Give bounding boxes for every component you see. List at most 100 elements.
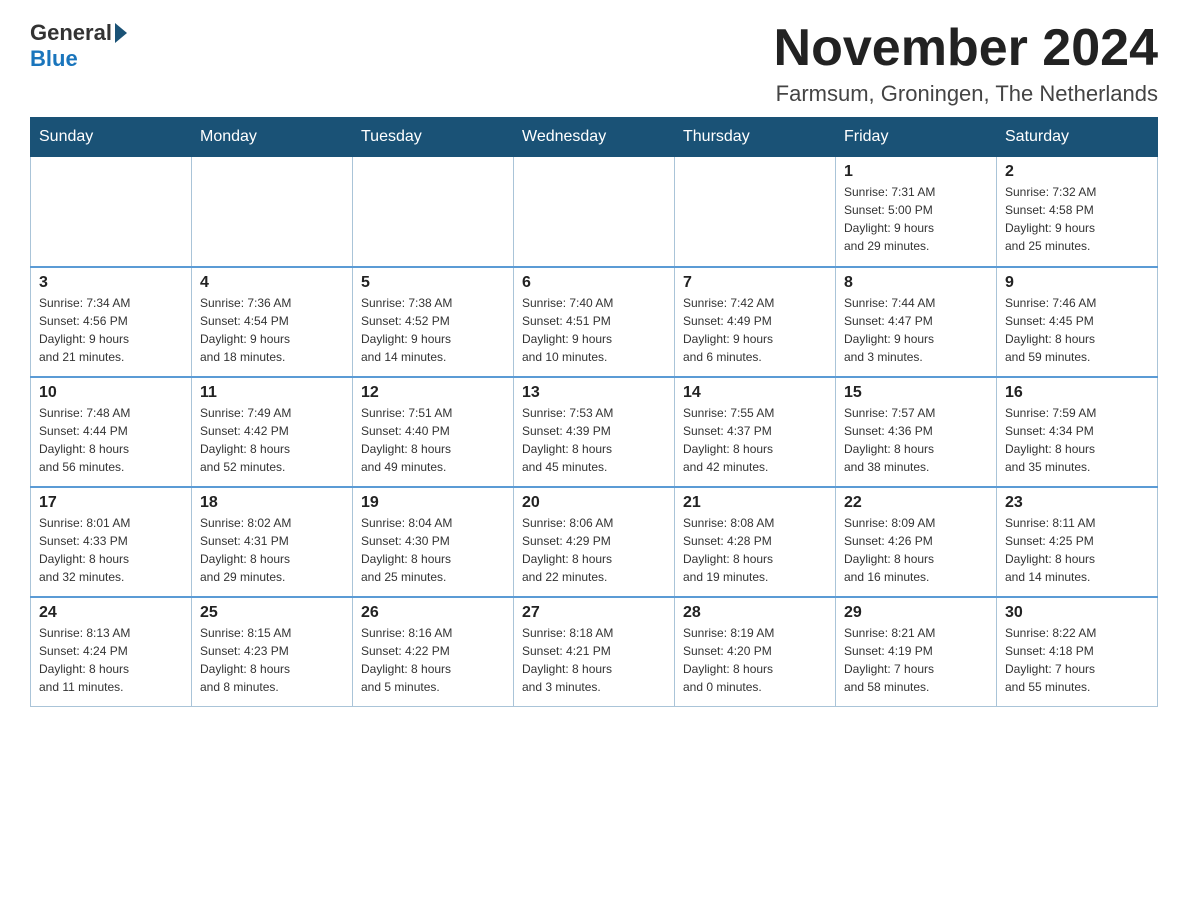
calendar-cell: 11 Sunrise: 7:49 AM Sunset: 4:42 PM Dayli… (192, 377, 353, 487)
calendar-week-row: 24 Sunrise: 8:13 AM Sunset: 4:24 PM Dayli… (31, 597, 1158, 707)
weekday-header-thursday: Thursday (675, 118, 836, 157)
calendar-cell (192, 157, 353, 267)
calendar-cell (675, 157, 836, 267)
day-number: 5 (361, 274, 505, 292)
weekday-header-saturday: Saturday (997, 118, 1158, 157)
calendar-cell: 17 Sunrise: 8:01 AM Sunset: 4:33 PM Dayli… (31, 487, 192, 597)
day-number: 9 (1005, 274, 1149, 292)
calendar-cell (514, 157, 675, 267)
weekday-header-monday: Monday (192, 118, 353, 157)
logo: General Blue (30, 20, 130, 72)
calendar-cell: 6 Sunrise: 7:40 AM Sunset: 4:51 PM Daylig… (514, 267, 675, 377)
day-info: Sunrise: 8:06 AM Sunset: 4:29 PM Dayligh… (522, 514, 666, 586)
calendar-cell: 9 Sunrise: 7:46 AM Sunset: 4:45 PM Daylig… (997, 267, 1158, 377)
day-number: 28 (683, 604, 827, 622)
calendar-cell: 4 Sunrise: 7:36 AM Sunset: 4:54 PM Daylig… (192, 267, 353, 377)
day-info: Sunrise: 7:32 AM Sunset: 4:58 PM Dayligh… (1005, 183, 1149, 255)
calendar-week-row: 3Sunrise: 7:34 AM Sunset: 4:56 PM Daylig… (31, 267, 1158, 377)
day-number: 6 (522, 274, 666, 292)
day-number: 7 (683, 274, 827, 292)
day-info: Sunrise: 7:57 AM Sunset: 4:36 PM Dayligh… (844, 404, 988, 476)
day-info: Sunrise: 7:36 AM Sunset: 4:54 PM Dayligh… (200, 294, 344, 366)
day-number: 20 (522, 494, 666, 512)
day-info: Sunrise: 8:18 AM Sunset: 4:21 PM Dayligh… (522, 624, 666, 696)
calendar-cell: 13 Sunrise: 7:53 AM Sunset: 4:39 PM Dayli… (514, 377, 675, 487)
calendar-cell: 16 Sunrise: 7:59 AM Sunset: 4:34 PM Dayli… (997, 377, 1158, 487)
day-number: 18 (200, 494, 344, 512)
day-info: Sunrise: 8:04 AM Sunset: 4:30 PM Dayligh… (361, 514, 505, 586)
calendar-cell: 25 Sunrise: 8:15 AM Sunset: 4:23 PM Dayli… (192, 597, 353, 707)
calendar-cell: 7 Sunrise: 7:42 AM Sunset: 4:49 PM Daylig… (675, 267, 836, 377)
weekday-header-wednesday: Wednesday (514, 118, 675, 157)
day-number: 16 (1005, 384, 1149, 402)
calendar-cell: 2 Sunrise: 7:32 AM Sunset: 4:58 PM Daylig… (997, 157, 1158, 267)
day-number: 13 (522, 384, 666, 402)
day-info: Sunrise: 8:08 AM Sunset: 4:28 PM Dayligh… (683, 514, 827, 586)
calendar-week-row: 10 Sunrise: 7:48 AM Sunset: 4:44 PM Dayli… (31, 377, 1158, 487)
day-info: Sunrise: 8:01 AM Sunset: 4:33 PM Dayligh… (39, 514, 183, 586)
calendar-week-row: 1 Sunrise: 7:31 AM Sunset: 5:00 PM Daylig… (31, 157, 1158, 267)
day-number: 11 (200, 384, 344, 402)
calendar-cell: 19 Sunrise: 8:04 AM Sunset: 4:30 PM Dayli… (353, 487, 514, 597)
calendar-cell (31, 157, 192, 267)
day-number: 19 (361, 494, 505, 512)
day-info: Sunrise: 8:19 AM Sunset: 4:20 PM Dayligh… (683, 624, 827, 696)
logo-blue-text: Blue (30, 46, 78, 72)
calendar-cell: 20 Sunrise: 8:06 AM Sunset: 4:29 PM Dayli… (514, 487, 675, 597)
day-number: 22 (844, 494, 988, 512)
day-info: Sunrise: 8:09 AM Sunset: 4:26 PM Dayligh… (844, 514, 988, 586)
day-number: 30 (1005, 604, 1149, 622)
day-info: Sunrise: 7:48 AM Sunset: 4:44 PM Dayligh… (39, 404, 183, 476)
day-number: 15 (844, 384, 988, 402)
month-title: November 2024 (774, 20, 1158, 77)
day-number: 1 (844, 163, 988, 181)
day-info: Sunrise: 8:02 AM Sunset: 4:31 PM Dayligh… (200, 514, 344, 586)
day-info: Sunrise: 7:53 AM Sunset: 4:39 PM Dayligh… (522, 404, 666, 476)
day-number: 2 (1005, 163, 1149, 181)
weekday-header-friday: Friday (836, 118, 997, 157)
day-info: Sunrise: 7:49 AM Sunset: 4:42 PM Dayligh… (200, 404, 344, 476)
calendar-cell: 26Sunrise: 8:16 AM Sunset: 4:22 PM Dayli… (353, 597, 514, 707)
day-number: 14 (683, 384, 827, 402)
calendar-cell: 21Sunrise: 8:08 AM Sunset: 4:28 PM Dayli… (675, 487, 836, 597)
day-number: 4 (200, 274, 344, 292)
day-info: Sunrise: 7:31 AM Sunset: 5:00 PM Dayligh… (844, 183, 988, 255)
calendar-cell: 18 Sunrise: 8:02 AM Sunset: 4:31 PM Dayli… (192, 487, 353, 597)
calendar-cell: 23Sunrise: 8:11 AM Sunset: 4:25 PM Dayli… (997, 487, 1158, 597)
day-number: 17 (39, 494, 183, 512)
calendar-week-row: 17 Sunrise: 8:01 AM Sunset: 4:33 PM Dayli… (31, 487, 1158, 597)
day-info: Sunrise: 7:42 AM Sunset: 4:49 PM Dayligh… (683, 294, 827, 366)
calendar-cell: 14 Sunrise: 7:55 AM Sunset: 4:37 PM Dayli… (675, 377, 836, 487)
calendar-cell: 24 Sunrise: 8:13 AM Sunset: 4:24 PM Dayli… (31, 597, 192, 707)
day-info: Sunrise: 7:44 AM Sunset: 4:47 PM Dayligh… (844, 294, 988, 366)
day-info: Sunrise: 7:40 AM Sunset: 4:51 PM Dayligh… (522, 294, 666, 366)
day-info: Sunrise: 7:46 AM Sunset: 4:45 PM Dayligh… (1005, 294, 1149, 366)
day-info: Sunrise: 8:13 AM Sunset: 4:24 PM Dayligh… (39, 624, 183, 696)
day-info: Sunrise: 7:59 AM Sunset: 4:34 PM Dayligh… (1005, 404, 1149, 476)
title-area: November 2024 Farmsum, Groningen, The Ne… (774, 20, 1158, 107)
day-number: 10 (39, 384, 183, 402)
day-number: 12 (361, 384, 505, 402)
day-number: 24 (39, 604, 183, 622)
calendar-cell: 1 Sunrise: 7:31 AM Sunset: 5:00 PM Daylig… (836, 157, 997, 267)
calendar-cell: 3Sunrise: 7:34 AM Sunset: 4:56 PM Daylig… (31, 267, 192, 377)
calendar-cell: 30 Sunrise: 8:22 AM Sunset: 4:18 PM Dayli… (997, 597, 1158, 707)
day-number: 29 (844, 604, 988, 622)
logo-arrow-icon (115, 23, 127, 43)
calendar-cell: 12Sunrise: 7:51 AM Sunset: 4:40 PM Dayli… (353, 377, 514, 487)
calendar-cell: 28 Sunrise: 8:19 AM Sunset: 4:20 PM Dayli… (675, 597, 836, 707)
weekday-header-sunday: Sunday (31, 118, 192, 157)
calendar-cell: 8Sunrise: 7:44 AM Sunset: 4:47 PM Daylig… (836, 267, 997, 377)
calendar-cell: 10 Sunrise: 7:48 AM Sunset: 4:44 PM Dayli… (31, 377, 192, 487)
day-number: 23 (1005, 494, 1149, 512)
calendar-cell (353, 157, 514, 267)
day-info: Sunrise: 8:22 AM Sunset: 4:18 PM Dayligh… (1005, 624, 1149, 696)
day-info: Sunrise: 8:15 AM Sunset: 4:23 PM Dayligh… (200, 624, 344, 696)
calendar-cell: 29Sunrise: 8:21 AM Sunset: 4:19 PM Dayli… (836, 597, 997, 707)
day-number: 25 (200, 604, 344, 622)
day-info: Sunrise: 7:38 AM Sunset: 4:52 PM Dayligh… (361, 294, 505, 366)
page-header: General Blue November 2024 Farmsum, Gron… (30, 20, 1158, 107)
weekday-header-row: SundayMondayTuesdayWednesdayThursdayFrid… (31, 118, 1158, 157)
calendar-cell: 22 Sunrise: 8:09 AM Sunset: 4:26 PM Dayli… (836, 487, 997, 597)
day-info: Sunrise: 7:55 AM Sunset: 4:37 PM Dayligh… (683, 404, 827, 476)
